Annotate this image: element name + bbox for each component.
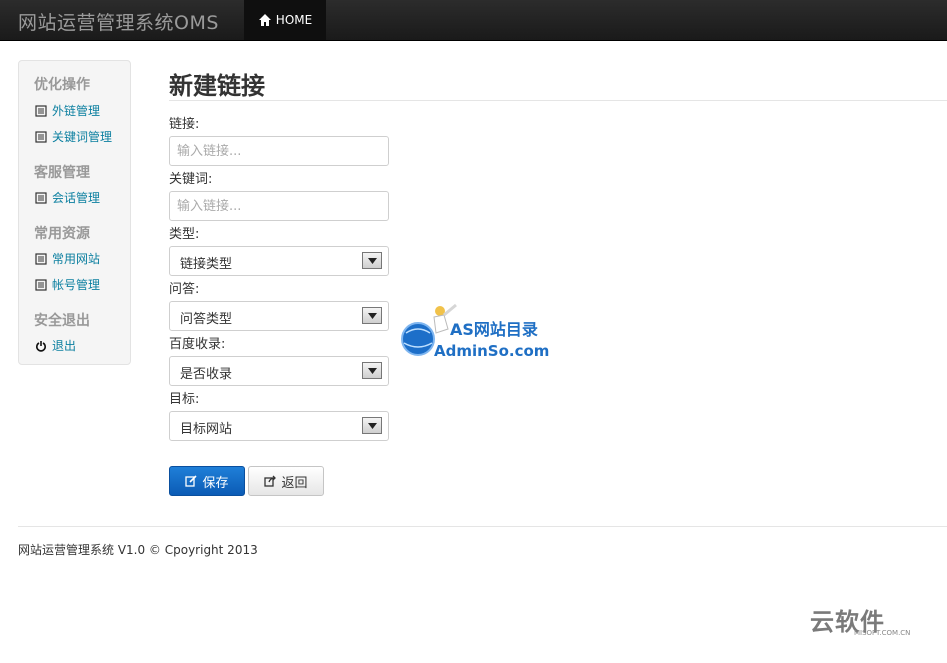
baidu-select[interactable]: 是否收录 <box>169 356 389 386</box>
link-input[interactable] <box>169 136 389 166</box>
sidebar-item-sessions[interactable]: 会话管理 <box>35 189 100 206</box>
power-icon <box>36 340 46 352</box>
list-icon <box>35 104 47 117</box>
save-button[interactable]: 保存 <box>169 466 245 496</box>
edit-icon <box>185 475 198 487</box>
target-select-value: 目标网站 <box>180 422 233 437</box>
keyword-input[interactable] <box>169 191 389 221</box>
chevron-down-icon <box>362 307 382 324</box>
adminso-title: AS网站目录 <box>450 320 538 339</box>
qa-select[interactable]: 问答类型 <box>169 301 389 331</box>
sidebar-header-optimize: 优化操作 <box>34 77 90 93</box>
soft-watermark-url: MISOFT.COM.CN <box>854 629 911 637</box>
sidebar-item-websites[interactable]: 常用网站 <box>35 250 100 267</box>
type-select[interactable]: 链接类型 <box>169 246 389 276</box>
sidebar-item-logout[interactable]: 退出 <box>35 337 76 354</box>
sidebar: 优化操作 外链管理 关键词管理 客服管理 会话管理 常用资源 常用网站 帐号管理… <box>18 60 131 365</box>
top-navbar: 网站运营管理系统OMS HOME <box>0 0 947 41</box>
chevron-down-icon <box>362 362 382 379</box>
back-button-label: 返回 <box>281 475 308 491</box>
chevron-down-icon <box>362 252 382 269</box>
target-label: 目标: <box>169 392 200 407</box>
sidebar-item-keywords[interactable]: 关键词管理 <box>35 128 112 145</box>
qa-label: 问答: <box>169 282 200 297</box>
adminso-url: AdminSo.com <box>434 342 550 360</box>
share-icon <box>264 475 277 487</box>
sidebar-item-label: 退出 <box>52 339 77 353</box>
save-button-label: 保存 <box>202 475 229 491</box>
sidebar-header-service: 客服管理 <box>34 165 90 181</box>
sidebar-header-logout: 安全退出 <box>34 313 90 329</box>
list-icon <box>35 191 47 204</box>
target-select[interactable]: 目标网站 <box>169 411 389 441</box>
footer-divider <box>18 526 947 527</box>
baidu-select-value: 是否收录 <box>180 367 233 382</box>
list-icon <box>35 252 47 265</box>
baidu-label: 百度收录: <box>169 337 226 352</box>
nav-home-link[interactable]: HOME <box>244 0 326 40</box>
sidebar-item-label: 常用网站 <box>52 252 101 266</box>
brand-title[interactable]: 网站运营管理系统OMS <box>18 8 219 35</box>
list-icon <box>35 130 47 143</box>
title-divider <box>169 100 947 101</box>
list-icon <box>35 278 47 291</box>
nav-home-label: HOME <box>275 13 313 27</box>
home-icon <box>258 14 271 26</box>
type-label: 类型: <box>169 227 200 242</box>
sidebar-header-resources: 常用资源 <box>34 226 90 242</box>
sidebar-item-label: 外链管理 <box>52 104 101 118</box>
type-select-value: 链接类型 <box>180 257 233 272</box>
sidebar-item-backlinks[interactable]: 外链管理 <box>35 102 100 119</box>
sidebar-item-label: 会话管理 <box>52 191 101 205</box>
chevron-down-icon <box>362 417 382 434</box>
sidebar-item-label: 帐号管理 <box>52 278 101 292</box>
back-button[interactable]: 返回 <box>248 466 324 496</box>
qa-select-value: 问答类型 <box>180 312 233 327</box>
footer-copyright: 网站运营管理系统 V1.0 © Cpoyright 2013 <box>18 543 258 557</box>
sidebar-item-label: 关键词管理 <box>52 130 113 144</box>
page-title: 新建链接 <box>169 72 265 100</box>
keyword-label: 关键词: <box>169 172 213 187</box>
sidebar-item-accounts[interactable]: 帐号管理 <box>35 276 100 293</box>
link-label: 链接: <box>169 117 200 132</box>
